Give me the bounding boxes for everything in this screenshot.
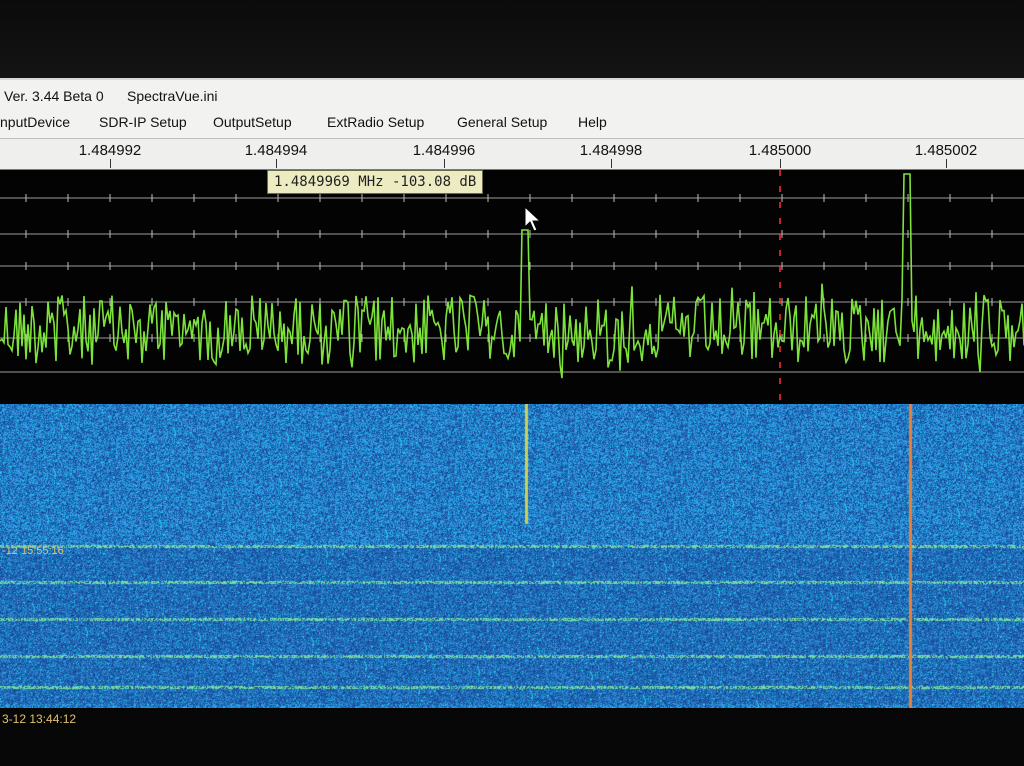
menu-input-device[interactable]: nputDevice — [0, 114, 70, 130]
menu-sdr-ip-setup[interactable]: SDR-IP Setup — [99, 114, 187, 130]
freq-tick-label: 1.485002 — [914, 142, 978, 159]
menu-output-setup[interactable]: OutputSetup — [213, 114, 292, 130]
freq-tick-label: 1.484994 — [244, 142, 308, 159]
menu-general-setup[interactable]: General Setup — [457, 114, 547, 130]
menu-help[interactable]: Help — [578, 114, 607, 130]
spectrum-trace — [0, 173, 1024, 379]
menu-bar: nputDevice SDR-IP Setup OutputSetup ExtR… — [0, 110, 1024, 138]
freq-tick — [110, 159, 111, 168]
waterfall-display[interactable]: -12 15:55:16 — [0, 404, 1024, 708]
frequency-axis[interactable]: 1.484992 1.484994 1.484996 1.484998 1.48… — [0, 138, 1024, 171]
freq-tick-label: 1.484996 — [412, 142, 476, 159]
monitor-bezel — [0, 0, 1024, 78]
waterfall-canvas — [0, 404, 1024, 708]
spectrum-grid — [0, 194, 1024, 373]
version-label: Ver. 3.44 Beta 0 — [4, 88, 104, 104]
freq-tick — [780, 159, 781, 168]
cursor-readout-tooltip: 1.4849969 MHz -103.08 dB — [267, 170, 484, 194]
freq-tick-label: 1.485000 — [748, 142, 812, 159]
waterfall-timestamp: -12 15:55:16 — [2, 545, 64, 557]
freq-tick-label: 1.484998 — [579, 142, 643, 159]
mouse-pointer-icon — [524, 206, 542, 232]
status-strip: 3-12 13:44:12 — [0, 708, 1024, 766]
title-bar: Ver. 3.44 Beta 0 SpectraVue.ini — [0, 78, 1024, 112]
spectrum-display[interactable] — [0, 170, 1024, 404]
config-file-label: SpectraVue.ini — [127, 88, 218, 104]
freq-tick — [444, 159, 445, 168]
waterfall-timestamp: 3-12 13:44:12 — [2, 712, 77, 726]
freq-tick — [276, 159, 277, 168]
freq-tick-label: 1.484992 — [78, 142, 142, 159]
menu-extradio-setup[interactable]: ExtRadio Setup — [327, 114, 424, 130]
freq-tick — [946, 159, 947, 168]
spectrum-plot — [0, 170, 1024, 404]
freq-tick — [611, 159, 612, 168]
